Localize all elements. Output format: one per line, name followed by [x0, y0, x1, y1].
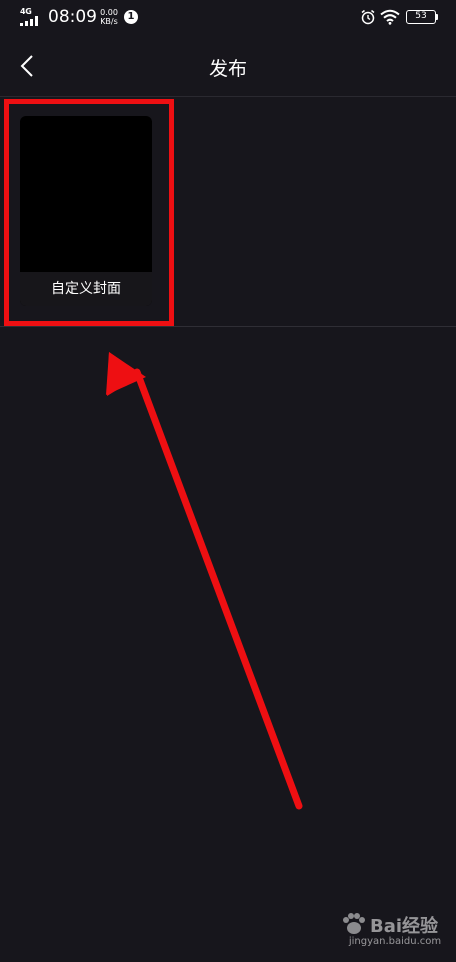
clock: 08:09: [48, 7, 97, 27]
arrow-head-fill: [106, 352, 146, 395]
arrow-head: [107, 352, 145, 396]
wifi-icon: [380, 9, 400, 25]
publish-screen: 4G 08:09 0.00 KB/s 1 53 发布 自定义封面 Bai经验 j…: [0, 0, 456, 962]
network-speed: 0.00 KB/s: [97, 8, 121, 26]
nav-bar: 发布: [0, 36, 456, 96]
battery-icon: 53: [406, 10, 436, 24]
cover-label-bar: 自定义封面: [20, 272, 152, 306]
speed-value: 0.00: [100, 8, 118, 17]
notification-badge: 1: [124, 10, 138, 24]
header-divider: [0, 96, 456, 97]
section-divider: [0, 326, 456, 327]
battery-tip: [436, 14, 438, 20]
alarm-icon: [361, 9, 375, 25]
custom-cover-label: 自定义封面: [51, 281, 121, 297]
speed-unit: KB/s: [100, 17, 118, 26]
signal-icon: 4G: [20, 7, 42, 26]
network-type: 4G: [20, 7, 32, 16]
watermark-url: jingyan.baidu.com: [348, 936, 442, 947]
signal-bars-icon: [20, 16, 38, 26]
custom-cover-button[interactable]: 自定义封面: [20, 116, 152, 306]
paw-logo-icon: [343, 913, 365, 934]
status-bar: 4G 08:09 0.00 KB/s 1 53: [0, 0, 456, 36]
arrow-shaft: [133, 368, 303, 810]
baidu-watermark: Bai经验 jingyan.baidu.com: [340, 908, 450, 954]
page-title: 发布: [208, 58, 247, 80]
watermark-brand: Bai经验: [370, 916, 439, 937]
